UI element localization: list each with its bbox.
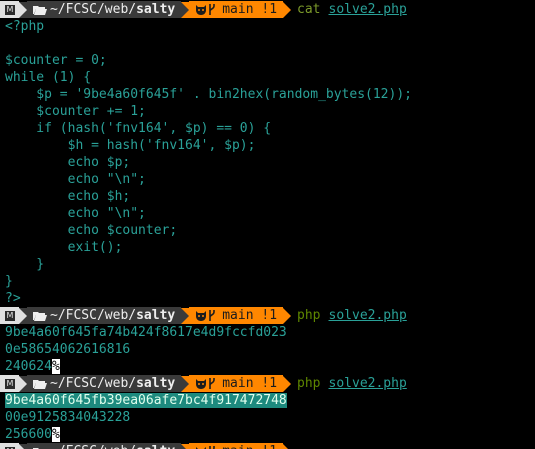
command-name: php [297, 376, 321, 391]
directory-segment: ~/FCSC/web/salty [27, 1, 182, 18]
branch-icon [209, 378, 216, 389]
directory-prefix: ~/FCSC/web/ [50, 2, 137, 17]
command-text: php solve2.php [297, 375, 407, 392]
segment-separator [19, 307, 27, 324]
os-icon: M [5, 310, 15, 321]
no-newline-marker: % [51, 359, 60, 374]
directory-name: salty [136, 2, 176, 17]
code-line: $h = hash('fnv164', $p); [5, 138, 256, 153]
folder-open-icon [33, 311, 47, 321]
os-segment: M [0, 307, 19, 324]
segment-separator [283, 1, 292, 18]
command-argument: solve2.php [328, 308, 407, 323]
segment-separator [181, 375, 190, 392]
code-line: if (hash('fnv164', $p) == 0) { [5, 121, 272, 136]
code-line: $p = '9be4a60f645f' . bin2hex(random_byt… [5, 87, 412, 102]
command-name: cat [297, 2, 321, 17]
code-line: echo $counter; [5, 223, 178, 238]
directory-name: salty [136, 308, 176, 323]
segment-separator [181, 307, 190, 324]
os-icon: M [5, 4, 15, 15]
directory-name: salty [136, 376, 176, 391]
command-name: php [297, 308, 321, 323]
command-argument: solve2.php [328, 2, 407, 17]
github-cat-icon [196, 311, 207, 321]
directory-prefix: ~/FCSC/web/ [50, 308, 137, 323]
shell-prompt: M ~/FCSC/web/salty main !1 cat solve2.php [0, 1, 535, 18]
folder-open-icon [33, 5, 47, 15]
code-line: echo $p; [5, 155, 131, 170]
git-segment: main !1 [189, 375, 284, 392]
segment-separator [19, 1, 27, 18]
segment-separator [19, 443, 27, 449]
git-branch: main [222, 308, 254, 323]
os-segment: M [0, 375, 19, 392]
code-line: $counter = 0; [5, 53, 107, 68]
code-line: <?php [5, 19, 45, 34]
output-line: 0e58654062616816 [5, 342, 131, 357]
code-line: while (1) { [5, 70, 92, 85]
github-cat-icon [196, 5, 207, 15]
git-status: !1 [261, 443, 277, 449]
command-text: cat solve2.php [297, 1, 407, 18]
git-segment: main !1 [189, 1, 284, 18]
directory-segment: ~/FCSC/web/salty [27, 307, 182, 324]
selected-output-text[interactable]: 9be4a60f645fb39ea06afe7bc4f917472748 [5, 393, 287, 408]
git-branch: main [222, 376, 254, 391]
code-line: echo $h; [5, 189, 131, 204]
git-status: !1 [261, 308, 278, 323]
git-status: !1 [261, 2, 278, 17]
branch-icon [209, 4, 216, 15]
directory-prefix: ~/FCSC/web/ [50, 376, 137, 391]
output-counter: 256600 [5, 427, 52, 442]
code-line: echo "\n"; [5, 172, 146, 187]
output-line[interactable]: 9be4a60f645fb39ea06afe7bc4f917472748 [5, 392, 287, 409]
folder-open-icon [33, 379, 47, 389]
output-counter: 240624 [5, 359, 52, 374]
git-branch: main [222, 2, 254, 17]
code-line: ?> [5, 291, 21, 306]
git-segment: main !1 [189, 443, 284, 449]
shell-prompt: M ~/FCSC/web/salty main !1 [0, 443, 535, 449]
segment-separator [283, 375, 292, 392]
shell-prompt: M ~/FCSC/web/salty main !1 php solve2.php [0, 307, 535, 324]
directory-name: salty [136, 443, 175, 449]
no-newline-marker: % [51, 427, 60, 442]
code-line: } [5, 274, 13, 289]
segment-separator [283, 443, 292, 449]
os-segment: M [0, 1, 19, 18]
os-icon: M [5, 378, 15, 389]
code-line: exit(); [5, 240, 123, 255]
code-line: echo "\n"; [5, 206, 146, 221]
output-line: 256600% [5, 426, 60, 443]
github-cat-icon [196, 379, 207, 389]
code-line: } [5, 257, 45, 272]
segment-separator [283, 307, 292, 324]
terminal-window[interactable]: M ~/FCSC/web/salty main !1 cat solve2.php… [0, 0, 535, 449]
output-line: 00e9125834043228 [5, 410, 131, 425]
shell-prompt: M ~/FCSC/web/salty main !1 php solve2.php [0, 375, 535, 392]
segment-separator [181, 1, 190, 18]
command-text: php solve2.php [297, 307, 407, 324]
git-branch: main [222, 443, 253, 449]
command-argument: solve2.php [328, 376, 407, 391]
git-segment: main !1 [189, 307, 284, 324]
os-segment: M [0, 443, 19, 449]
branch-icon [209, 310, 216, 321]
terminal-cursor[interactable] [305, 443, 312, 449]
output-line: 240624% [5, 358, 60, 375]
segment-separator [19, 375, 27, 392]
directory-segment: ~/FCSC/web/salty [27, 375, 182, 392]
git-status: !1 [261, 376, 278, 391]
segment-separator [181, 443, 190, 449]
directory-prefix: ~/FCSC/web/ [50, 443, 136, 449]
code-line: $counter += 1; [5, 104, 146, 119]
directory-segment: ~/FCSC/web/salty [27, 443, 182, 449]
output-line: 9be4a60f645fa74b424f8617e4d9fccfd023 [5, 325, 287, 340]
